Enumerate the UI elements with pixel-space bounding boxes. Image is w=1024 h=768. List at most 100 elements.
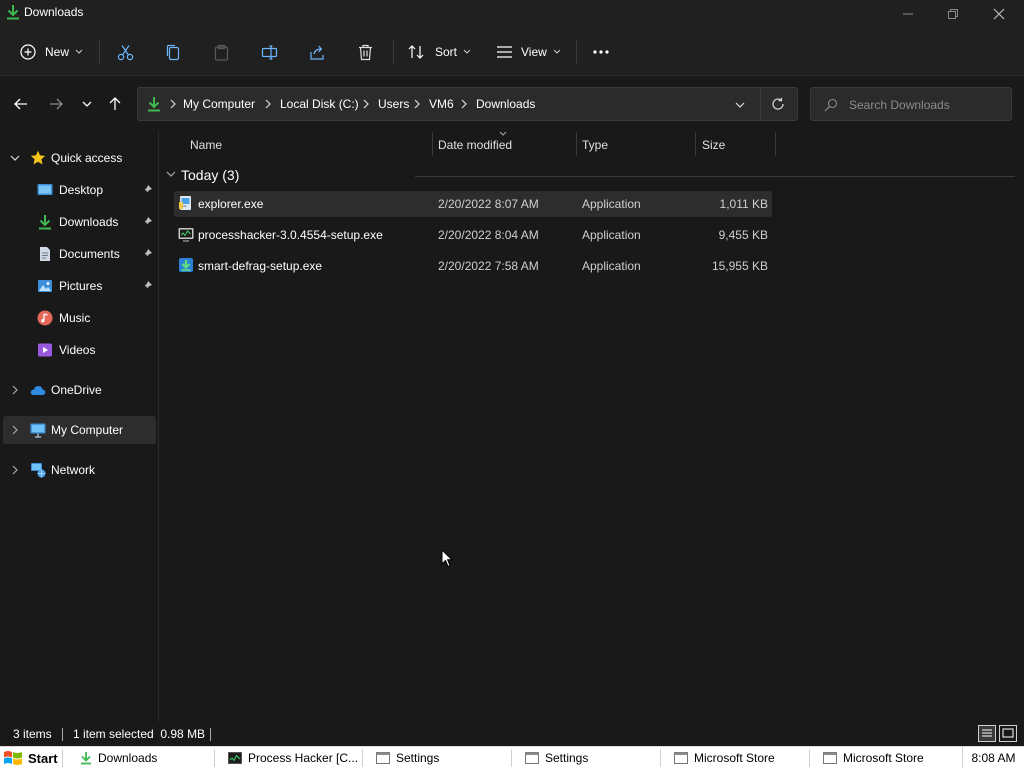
taskbar-item-microsoft-store[interactable]: Microsoft Store — [674, 747, 775, 768]
start-button[interactable]: Start — [3, 747, 58, 768]
file-type: Application — [582, 259, 641, 273]
file-date: 2/20/2022 7:58 AM — [438, 259, 539, 273]
column-header-name[interactable]: Name — [190, 138, 222, 164]
column-header-type[interactable]: Type — [582, 138, 608, 164]
file-size: 9,455 KB — [718, 228, 768, 242]
status-divider — [210, 728, 211, 741]
tiles-view-button[interactable] — [999, 725, 1017, 742]
chevron-right-icon — [414, 99, 420, 109]
sidebar-item-pictures[interactable]: Pictures — [3, 272, 156, 300]
file-row[interactable]: processhacker-3.0.4554-setup.exe 2/20/20… — [174, 222, 772, 248]
sidebar-item-music[interactable]: Music — [3, 304, 156, 332]
taskbar-divider — [809, 749, 810, 767]
column-divider[interactable] — [576, 132, 577, 156]
taskbar-item-label: Settings — [396, 751, 440, 765]
selection-info: 1 item selected 0.98 MB — [73, 727, 206, 741]
view-list-icon — [497, 46, 512, 58]
taskbar-item-downloads[interactable]: Downloads — [80, 747, 157, 768]
taskbar-divider — [214, 749, 215, 767]
start-label: Start — [28, 750, 58, 766]
close-button[interactable] — [976, 0, 1022, 28]
taskbar-item-settings[interactable]: Settings — [525, 747, 588, 768]
group-header-today[interactable]: Today (3) — [165, 165, 1017, 187]
delete-button[interactable] — [357, 36, 374, 68]
breadcrumb-downloads[interactable]: Downloads — [476, 97, 535, 111]
breadcrumb-my-computer[interactable]: My Computer — [183, 97, 255, 111]
chevron-down-icon — [463, 49, 471, 54]
smartdefrag-app-icon — [179, 258, 193, 272]
column-divider[interactable] — [695, 132, 696, 156]
command-bar: New Sort View — [0, 28, 1024, 76]
refresh-icon[interactable] — [771, 97, 785, 111]
sidebar-item-quick-access[interactable]: Quick access — [3, 144, 156, 172]
chevron-right-icon — [265, 99, 271, 109]
rename-icon — [261, 44, 278, 60]
taskbar-item-settings[interactable]: Settings — [376, 747, 439, 768]
column-header-date[interactable]: Date modified — [438, 138, 512, 164]
taskbar-clock[interactable]: 8:08 AM — [962, 747, 1024, 768]
sidebar-item-label: Desktop — [59, 183, 104, 197]
sidebar-item-documents[interactable]: Documents — [3, 240, 156, 268]
chevron-right-icon[interactable] — [10, 384, 20, 396]
pin-icon[interactable] — [141, 184, 153, 196]
sidebar-item-downloads[interactable]: Downloads — [3, 208, 156, 236]
sort-button[interactable]: Sort — [408, 36, 471, 68]
details-view-icon — [982, 729, 992, 737]
sidebar-item-onedrive[interactable]: OneDrive — [3, 376, 156, 404]
scissors-icon — [117, 44, 134, 60]
copy-button[interactable] — [165, 36, 182, 68]
file-row[interactable]: smart-defrag-setup.exe 2/20/2022 7:58 AM… — [174, 253, 772, 279]
minimize-button[interactable] — [885, 0, 931, 28]
chevron-right-icon[interactable] — [10, 464, 20, 476]
column-header-size[interactable]: Size — [702, 138, 725, 164]
chevron-right-icon — [363, 99, 369, 109]
up-button[interactable] — [103, 92, 127, 116]
file-size: 15,955 KB — [711, 259, 768, 273]
file-name: processhacker-3.0.4554-setup.exe — [198, 228, 383, 242]
recent-locations-button[interactable] — [75, 92, 99, 116]
breadcrumb-local-disk[interactable]: Local Disk (C:) — [280, 97, 359, 111]
restore-button[interactable] — [930, 0, 976, 28]
new-button[interactable]: New — [20, 36, 83, 68]
column-divider[interactable] — [775, 132, 776, 156]
chevron-down-icon[interactable] — [10, 152, 20, 164]
cut-button[interactable] — [117, 36, 134, 68]
pane-divider[interactable] — [158, 130, 159, 722]
new-label: New — [45, 45, 70, 59]
rename-button[interactable] — [261, 36, 278, 68]
sidebar-item-videos[interactable]: Videos — [3, 336, 156, 364]
paste-button[interactable] — [213, 36, 230, 68]
sort-icon — [408, 45, 424, 59]
breadcrumb-vm6[interactable]: VM6 — [429, 97, 454, 111]
mouse-cursor-icon — [441, 549, 453, 568]
sidebar-item-my-computer[interactable]: My Computer — [3, 416, 156, 444]
pin-icon[interactable] — [141, 280, 153, 292]
file-row[interactable]: explorer.exe 2/20/2022 8:07 AM Applicati… — [174, 191, 772, 217]
address-bar[interactable]: My Computer Local Disk (C:) Users VM6 Do… — [137, 87, 798, 121]
sidebar-item-network[interactable]: Network — [3, 456, 156, 484]
breadcrumb-users[interactable]: Users — [378, 97, 409, 111]
view-button[interactable]: View — [496, 36, 561, 68]
column-divider[interactable] — [432, 132, 433, 156]
taskbar-item-process-hacker[interactable]: Process Hacker [C... — [228, 747, 358, 768]
download-icon — [39, 215, 51, 230]
share-icon — [310, 45, 324, 60]
search-input[interactable] — [849, 96, 999, 114]
details-view-button[interactable] — [978, 725, 996, 742]
file-date: 2/20/2022 8:07 AM — [438, 197, 539, 211]
taskbar-item-microsoft-store[interactable]: Microsoft Store — [823, 747, 924, 768]
forward-button[interactable] — [44, 92, 68, 116]
back-button[interactable] — [9, 92, 33, 116]
search-box[interactable] — [810, 87, 1012, 121]
pictures-icon — [38, 280, 52, 292]
arrow-left-icon — [14, 98, 27, 110]
chevron-right-icon[interactable] — [10, 424, 20, 436]
window-icon — [674, 752, 688, 764]
more-options-button[interactable] — [592, 36, 610, 68]
pin-icon[interactable] — [141, 248, 153, 260]
share-button[interactable] — [309, 36, 326, 68]
address-dropdown-icon[interactable] — [735, 102, 745, 109]
sidebar-item-desktop[interactable]: Desktop — [3, 176, 156, 204]
pin-icon[interactable] — [141, 216, 153, 228]
processhacker-app-icon — [228, 752, 242, 764]
